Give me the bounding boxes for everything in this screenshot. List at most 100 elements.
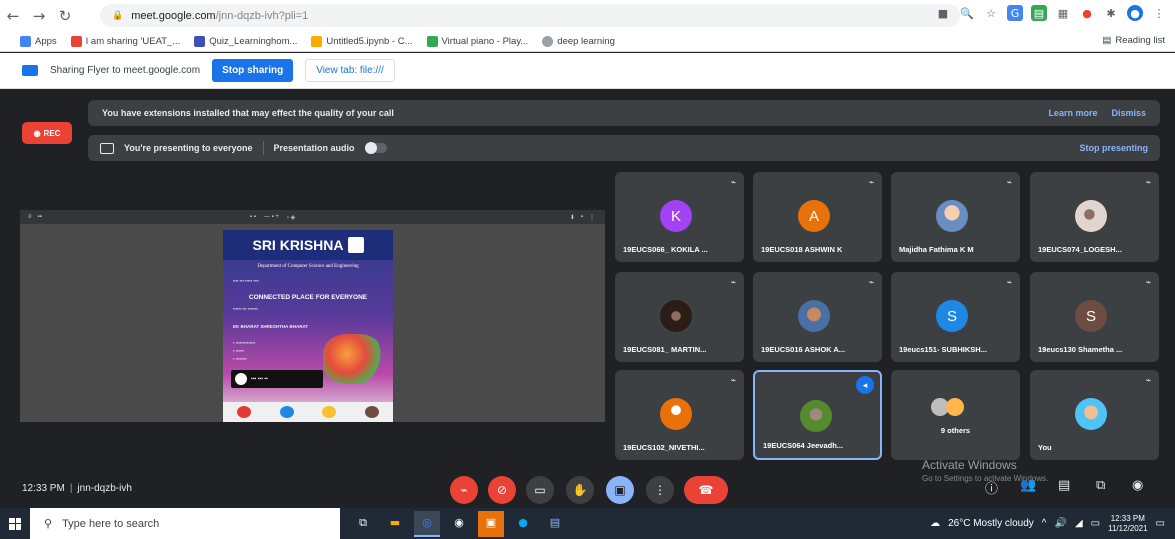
learn-more-link[interactable]: Learn more	[1048, 108, 1097, 118]
avatar	[800, 400, 832, 432]
pdf-toolbar: ≡ ▪▪ ▪ ▪ — ▪ + ▫ ◈ ⬇ ▪ ⋮	[20, 210, 605, 224]
bookmark[interactable]: I am sharing 'UEAT_...	[70, 35, 180, 47]
bookmark[interactable]: Apps	[20, 35, 57, 47]
browser-chrome: ← → ↻ 🔒 meet.google.com/jnn-dqzb-ivh?pli…	[0, 0, 1175, 52]
mic-off-icon: ⌁	[730, 376, 736, 386]
avatar: A	[798, 200, 830, 232]
college-logo	[347, 237, 364, 253]
extension-icon[interactable]: ▤	[1031, 5, 1047, 21]
url-host: meet.google.com	[131, 9, 216, 22]
bookmark[interactable]: Virtual piano - Play...	[426, 35, 528, 47]
stop-presenting-button[interactable]: Stop presenting	[1079, 143, 1148, 153]
weather-text[interactable]: 26°C Mostly cloudy	[948, 518, 1034, 529]
participant-tile[interactable]: ⌁ 19EUCS081_ MARTIN...	[615, 272, 744, 362]
toolbar-icons: ■ 🔍 ☆ G ▤ ▦ ● ✱ ● ⋮	[935, 5, 1167, 21]
camera-icon[interactable]: ■	[935, 5, 951, 21]
recording-badge: ◉ REC	[22, 122, 72, 144]
mic-off-icon: ⌁	[868, 278, 874, 288]
network-icon[interactable]: ◢	[1075, 518, 1083, 529]
raise-hand-button[interactable]: ✋	[566, 476, 594, 504]
mic-off-icon: ⌁	[1145, 376, 1151, 386]
taskbar-search[interactable]: ⚲ Type here to search	[30, 508, 340, 539]
participant-tile[interactable]: ⌁ K 19EUCS066_ KOKILA ...	[615, 172, 744, 262]
activities-icon[interactable]: ⧉	[1096, 478, 1105, 493]
edge-icon[interactable]: ●	[510, 511, 536, 537]
end-call-button[interactable]: ☎	[684, 476, 728, 504]
zoom-icon[interactable]: 🔍	[959, 5, 975, 21]
app-icon[interactable]: ◉	[446, 511, 472, 537]
captions-button[interactable]: ▭	[526, 476, 554, 504]
battery-icon[interactable]: ▭	[1091, 518, 1100, 529]
participant-tile[interactable]: ⌁ 19EUCS074_LOGESH...	[1030, 172, 1159, 262]
mic-off-icon: ⌁	[868, 178, 874, 188]
participant-tile[interactable]: ⌁ Majidha Fathima K M	[891, 172, 1020, 262]
bookmark[interactable]: Untitled5.ipynb - C...	[311, 35, 413, 47]
volume-icon[interactable]: 🔊	[1054, 518, 1066, 529]
dismiss-button[interactable]: Dismiss	[1111, 108, 1146, 118]
reading-list[interactable]: ▤ Reading list	[1102, 35, 1165, 46]
back-icon[interactable]: ←	[0, 3, 26, 29]
extension-icon[interactable]: ▦	[1055, 5, 1071, 21]
others-tile[interactable]: 9 others	[891, 370, 1020, 460]
puzzle-icon[interactable]: ✱	[1103, 5, 1119, 21]
start-button[interactable]	[0, 508, 30, 539]
host-controls-icon[interactable]: ◉	[1132, 478, 1143, 493]
people-icon[interactable]: 👥	[1020, 478, 1036, 493]
forward-icon[interactable]: →	[26, 3, 52, 29]
meeting-info: 12:33 PM | jnn-dqzb-ivh	[22, 483, 132, 494]
participant-tile[interactable]: ⌁ 19EUCS016 ASHOK A...	[753, 272, 882, 362]
sharing-bar: Sharing Flyer to meet.google.com Stop sh…	[0, 53, 1175, 89]
reload-icon[interactable]: ↻	[52, 3, 78, 29]
extension-icon[interactable]: G	[1007, 5, 1023, 21]
presentation-audio-toggle[interactable]	[364, 142, 387, 154]
avatar	[660, 300, 692, 332]
stop-sharing-button[interactable]: Stop sharing	[212, 59, 294, 82]
participant-tile[interactable]: ⌁ 19EUCS102_NIVETHI...	[615, 370, 744, 460]
present-icon	[100, 142, 114, 154]
site-icon	[194, 35, 206, 47]
view-tab-button[interactable]: View tab: file:///	[305, 59, 395, 82]
participant-tile[interactable]: ⌁ S 19eucs130 Shametha ...	[1030, 272, 1159, 362]
mic-off-icon: ⌁	[1145, 278, 1151, 288]
chat-icon[interactable]: ▤	[1058, 478, 1070, 493]
app-icon[interactable]: ▣	[478, 510, 504, 537]
file-explorer-icon[interactable]: ▬	[382, 511, 408, 537]
more-options-button[interactable]: ⋮	[646, 476, 674, 504]
participant-tile-speaking[interactable]: ◂ 19EUCS064 Jeevadh...	[753, 370, 882, 460]
speaking-icon: ◂	[856, 376, 874, 394]
mic-off-icon: ⌁	[1006, 278, 1012, 288]
url-path: /jnn-dqzb-ivh?pli=1	[215, 9, 309, 22]
camera-off-button[interactable]: ⊘	[488, 476, 516, 504]
self-tile[interactable]: ⌁ You	[1030, 370, 1159, 460]
activate-windows-watermark: Activate Windows	[922, 458, 1017, 472]
task-view-icon[interactable]: ⧉	[350, 511, 376, 537]
participant-tile[interactable]: ⌁ S 19eucs151- SUBHIKSH...	[891, 272, 1020, 362]
slide-department: Department of Computer Science and Engin…	[257, 264, 359, 269]
avatar: S	[936, 300, 968, 332]
avatar	[1075, 200, 1107, 232]
bookmark[interactable]: deep learning	[542, 35, 615, 47]
clock[interactable]: 12:33 PM 11/12/2021	[1108, 514, 1147, 534]
info-icon[interactable]: ⓘ	[985, 478, 998, 497]
app-icon[interactable]: ▤	[542, 511, 568, 537]
participant-tile[interactable]: ⌁ A 19EUCS018 ASHWIN K	[753, 172, 882, 262]
windows-logo-icon	[9, 517, 21, 530]
extension-icon[interactable]: ●	[1079, 5, 1095, 21]
notification-icon[interactable]: ▭	[1156, 518, 1165, 529]
mic-off-button[interactable]: ⌁	[450, 476, 478, 504]
avatar	[798, 300, 830, 332]
profile-avatar[interactable]: ●	[1127, 5, 1143, 21]
address-bar[interactable]: 🔒 meet.google.com/jnn-dqzb-ivh?pli=1	[100, 4, 960, 27]
extension-notice: You have extensions installed that may e…	[88, 100, 1160, 126]
menu-icon[interactable]: ⋮	[1151, 5, 1167, 21]
colab-icon	[311, 35, 323, 47]
bookmarks-bar: Apps I am sharing 'UEAT_... Quiz_Learnin…	[0, 31, 1175, 52]
bookmark[interactable]: Quiz_Learninghom...	[194, 35, 297, 47]
gmail-icon	[70, 35, 82, 47]
search-icon: ⚲	[44, 518, 53, 530]
shared-screen: ≡ ▪▪ ▪ ▪ — ▪ + ▫ ◈ ⬇ ▪ ⋮ SRI KRISHNA Departme…	[20, 210, 605, 422]
present-button[interactable]: ▣	[606, 476, 634, 504]
star-icon[interactable]: ☆	[983, 5, 999, 21]
tray-chevron-icon[interactable]: ^	[1042, 518, 1047, 529]
chrome-icon[interactable]: ◎	[414, 510, 440, 537]
